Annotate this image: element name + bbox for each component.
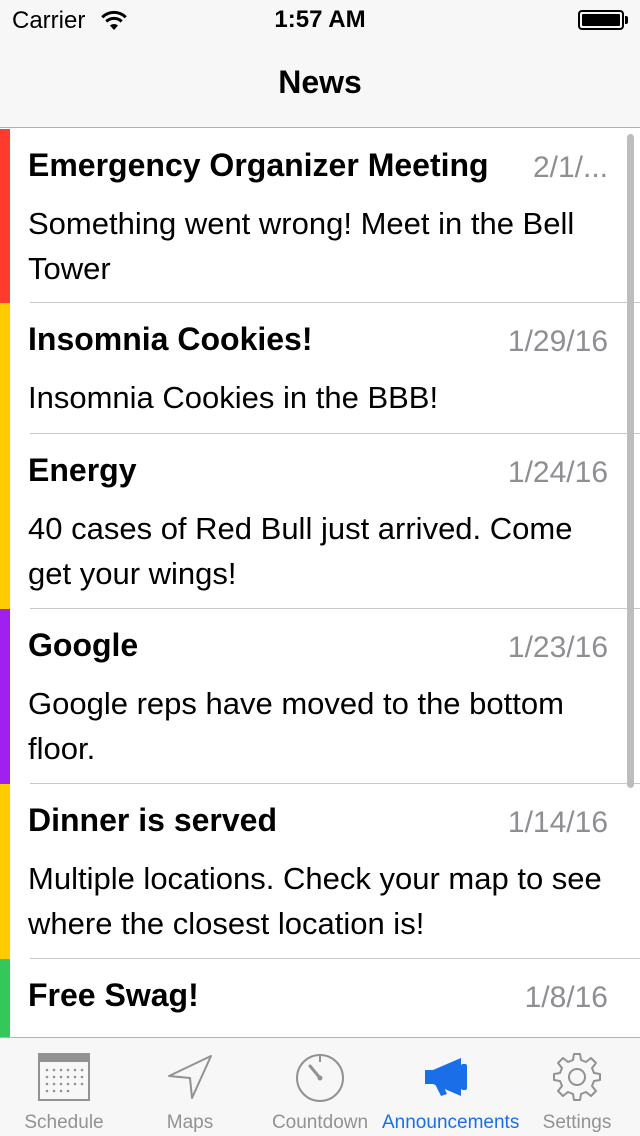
priority-stripe xyxy=(0,784,10,959)
priority-stripe xyxy=(0,434,10,609)
priority-stripe xyxy=(0,959,10,1037)
tab-maps[interactable]: Maps xyxy=(128,1038,252,1136)
announcement-row[interactable]: Insomnia Cookies! 1/29/16 Insomnia Cooki… xyxy=(0,303,640,434)
calendar-icon xyxy=(38,1053,90,1101)
status-bar: Carrier 1:57 AM xyxy=(0,0,640,40)
announcement-title: Emergency Organizer Meeting xyxy=(28,147,489,183)
status-time: 1:57 AM xyxy=(274,6,366,33)
battery-icon xyxy=(578,10,628,30)
announcement-date: 1/24/16 xyxy=(507,456,608,489)
announcement-date: 2/1/... xyxy=(532,151,608,184)
announcement-row[interactable]: Energy 1/24/16 40 cases of Red Bull just… xyxy=(0,434,640,609)
tab-settings[interactable]: Settings xyxy=(514,1038,640,1136)
announcement-row[interactable]: Free Swag! 1/8/16 xyxy=(0,959,640,1037)
announcement-date: 1/8/16 xyxy=(524,981,608,1014)
tab-label: Settings xyxy=(542,1112,612,1133)
timer-icon xyxy=(296,1054,344,1102)
announcement-date: 1/14/16 xyxy=(507,806,608,839)
announcement-title: Energy xyxy=(28,452,137,488)
announcement-row[interactable]: Dinner is served 1/14/16 Multiple locati… xyxy=(0,784,640,959)
announcement-body: Google reps have moved to the bottom flo… xyxy=(28,686,564,766)
announcement-body: Multiple locations. Check your map to se… xyxy=(28,861,602,941)
announcement-date: 1/23/16 xyxy=(507,631,608,664)
tab-bar: Schedule Maps Countdown Announcements Se… xyxy=(0,1037,640,1136)
priority-stripe xyxy=(0,129,10,303)
announcements-list[interactable]: Emergency Organizer Meeting 2/1/... Some… xyxy=(0,129,640,1037)
tab-announcements[interactable]: Announcements xyxy=(382,1038,520,1136)
announcement-row[interactable]: Emergency Organizer Meeting 2/1/... Some… xyxy=(0,129,640,303)
megaphone-icon xyxy=(425,1058,467,1096)
announcement-title: Free Swag! xyxy=(28,977,199,1013)
gear-icon xyxy=(553,1053,601,1101)
scroll-indicator[interactable] xyxy=(627,134,634,788)
announcement-row[interactable]: Google 1/23/16 Google reps have moved to… xyxy=(0,609,640,784)
tab-schedule[interactable]: Schedule xyxy=(0,1038,128,1136)
priority-stripe xyxy=(0,303,10,434)
tab-label: Announcements xyxy=(382,1112,520,1133)
tab-countdown[interactable]: Countdown xyxy=(252,1038,388,1136)
announcement-title: Google xyxy=(28,627,139,663)
tab-label: Schedule xyxy=(24,1112,104,1133)
announcement-body: 40 cases of Red Bull just arrived. Come … xyxy=(28,511,573,591)
page-title: News xyxy=(278,64,362,100)
announcement-body: Insomnia Cookies in the BBB! xyxy=(28,380,439,415)
announcement-date: 1/29/16 xyxy=(507,325,608,358)
navigation-bar: News xyxy=(0,40,640,128)
announcement-title: Dinner is served xyxy=(28,802,277,838)
priority-stripe xyxy=(0,609,10,784)
tab-label: Maps xyxy=(166,1112,214,1133)
location-arrow-icon xyxy=(168,1055,212,1099)
tab-label: Countdown xyxy=(271,1112,369,1133)
announcement-body: Something went wrong! Meet in the Bell T… xyxy=(28,206,575,286)
announcement-title: Insomnia Cookies! xyxy=(28,321,313,357)
